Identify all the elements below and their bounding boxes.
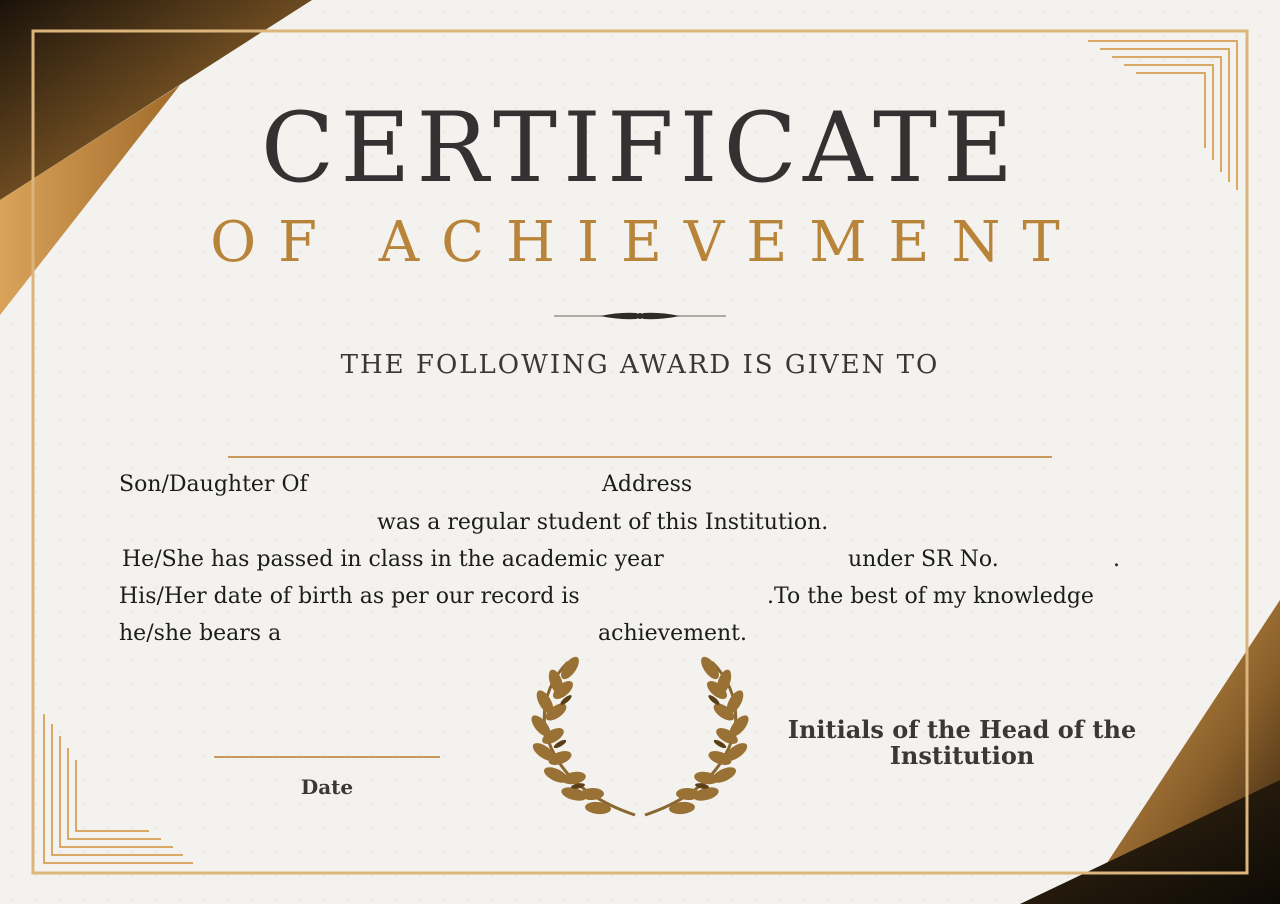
corner-lines-bottom-left	[43, 714, 193, 864]
address-label: Address	[602, 472, 693, 497]
date-label: Date	[300, 775, 354, 799]
sr-no-label: under SR No.	[848, 547, 999, 572]
dob-text: His/Her date of birth as per our record …	[119, 584, 580, 609]
parent-label: Son/Daughter Of	[119, 472, 308, 497]
bears-text: he/she bears a	[119, 621, 282, 646]
certificate-subtitle: OF ACHIEVEMENT	[210, 210, 1082, 275]
sr-no-period: .	[1113, 547, 1120, 572]
achievement-text: achievement.	[598, 621, 747, 646]
regular-student-text: was a regular student of this Institutio…	[377, 510, 829, 535]
certificate-page: CERTIFICATE OF ACHIEVEMENT THE FOLLOWING…	[0, 0, 1280, 904]
recipient-name-line[interactable]	[228, 456, 1052, 458]
class-year-text: He/She has passed in class in the academ…	[122, 547, 664, 572]
head-initials-label: Initials of the Head of the Institution	[787, 715, 1137, 770]
ornament-divider-icon	[554, 312, 726, 320]
award-given-to-label: THE FOLLOWING AWARD IS GIVEN TO	[340, 350, 940, 380]
date-signature-line[interactable]	[214, 756, 440, 758]
laurel-wreath-icon	[531, 656, 749, 817]
knowledge-text: .To the best of my knowledge	[767, 584, 1094, 609]
certificate-title: CERTIFICATE	[260, 92, 1020, 204]
